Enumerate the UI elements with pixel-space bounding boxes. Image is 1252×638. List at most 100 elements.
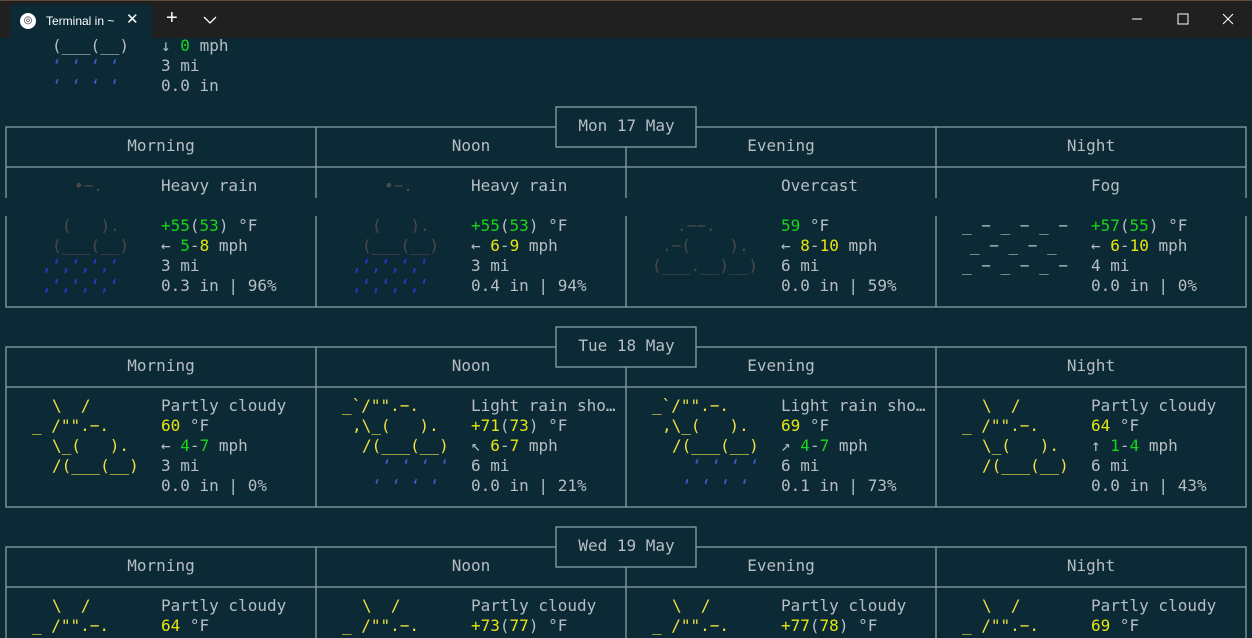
condition: Light rain sho… bbox=[781, 396, 926, 415]
weather-art-line: \ / bbox=[52, 396, 91, 415]
wind-line: ← 4-7 mph bbox=[161, 436, 248, 455]
weather-art-line: _ /"".−. bbox=[962, 416, 1040, 435]
wind-line: ↑ 1-4 mph bbox=[1091, 436, 1178, 455]
weather-art-line: ‘ ‘ ‘ ‘ bbox=[372, 476, 440, 495]
temperature: +55(53) °F bbox=[161, 216, 258, 235]
weather-art-line: ‘ ‘ ‘ ‘ bbox=[692, 456, 760, 475]
weather-art-line: ( ). bbox=[62, 216, 120, 235]
weather-art-line: \_( ). bbox=[982, 436, 1060, 455]
condition: Heavy rain bbox=[161, 176, 258, 195]
visibility: 6 mi bbox=[781, 256, 820, 275]
weather-art-line: _ /"".−. bbox=[652, 616, 730, 635]
weather-art-line: \ / bbox=[672, 596, 711, 615]
precipitation: 0.3 in | 96% bbox=[161, 276, 277, 295]
weather-art-line: _ /"".−. bbox=[962, 616, 1040, 635]
condition: Partly cloudy bbox=[781, 596, 907, 615]
weather-art-line: ‘ ‘ ‘ ‘ bbox=[382, 456, 450, 475]
condition: Partly cloudy bbox=[471, 596, 597, 615]
temperature: +55(53) °F bbox=[471, 216, 568, 235]
weather-art-line: _ /"".−. bbox=[32, 416, 110, 435]
weather-art-line: .−−. bbox=[677, 216, 716, 235]
wind-direction-icon: ← bbox=[471, 236, 481, 255]
day-date: Tue 18 May bbox=[578, 336, 675, 355]
visibility: 6 mi bbox=[471, 456, 510, 475]
wind-direction-icon: ↑ bbox=[1091, 436, 1101, 455]
weather-art-line: \_( ). bbox=[52, 436, 130, 455]
precipitation: 0.4 in | 94% bbox=[471, 276, 587, 295]
weather-art-line: \ / bbox=[982, 596, 1021, 615]
weather-art-line: /(___(__) bbox=[672, 436, 759, 455]
wind-direction-icon: ← bbox=[161, 236, 171, 255]
weather-art-line: _ /"".−. bbox=[32, 616, 110, 635]
wind-direction-icon: ↖ bbox=[471, 436, 481, 455]
weather-art-line: /(___(__) bbox=[982, 456, 1069, 475]
weather-art-line: _ − _ − _ − bbox=[962, 216, 1068, 235]
temperature: 59 °F bbox=[781, 216, 830, 235]
temperature: 60 °F bbox=[161, 416, 210, 435]
period-header: Evening bbox=[747, 356, 815, 375]
condition: Overcast bbox=[781, 176, 859, 195]
visibility: 4 mi bbox=[1091, 256, 1130, 275]
day-date: Wed 19 May bbox=[578, 536, 675, 555]
period-header: Night bbox=[1066, 356, 1116, 375]
wind-speed: 0 bbox=[180, 36, 190, 55]
period-header: Morning bbox=[127, 556, 195, 575]
wind-direction-icon: ← bbox=[161, 436, 171, 455]
weather-art-line: _ − _ − _ bbox=[970, 236, 1057, 255]
weather-art-line: _`/"".−. bbox=[342, 396, 420, 415]
weather-art-line: ‘ ‘ ‘ ‘ bbox=[682, 476, 750, 495]
precipitation: 0.0 in | 0% bbox=[161, 476, 267, 495]
weather-art-line: ( ). bbox=[372, 216, 430, 235]
weather-art-line: •−. bbox=[384, 176, 413, 195]
period-header: Night bbox=[1066, 556, 1116, 575]
wind-line: ↖ 6-7 mph bbox=[471, 436, 558, 455]
wind-line: ↗ 4-7 mph bbox=[781, 436, 868, 455]
wind-line: ↓ 0 mph bbox=[161, 36, 228, 56]
visibility: 3 mi bbox=[161, 256, 200, 275]
weather-art-line: •−. bbox=[74, 176, 103, 195]
temperature: +77(78) °F bbox=[781, 616, 878, 635]
precipitation: 0.1 in | 73% bbox=[781, 476, 897, 495]
period-header: Noon bbox=[451, 136, 491, 155]
wind-direction-icon: ← bbox=[781, 236, 791, 255]
weather-art-line: ‚ʻ‚ʻ‚ʻ‚ʻ bbox=[352, 256, 430, 275]
wind-direction-icon: ↓ bbox=[161, 36, 171, 55]
precipitation: 0.0 in | 0% bbox=[1091, 276, 1197, 295]
weather-art-line: .−( ). bbox=[662, 236, 749, 255]
weather-art-line: ‚ʻ‚ʻ‚ʻ‚ʻ bbox=[352, 276, 430, 295]
temperature: +57(55) °F bbox=[1091, 216, 1188, 235]
visibility: 6 mi bbox=[1091, 456, 1130, 475]
condition: Light rain sho… bbox=[471, 396, 616, 415]
period-header: Noon bbox=[451, 556, 491, 575]
weather-art-line: \ / bbox=[982, 396, 1021, 415]
weather-art-line: (___.__)__) bbox=[652, 256, 758, 275]
weather-art-line: ,\_( ). bbox=[662, 416, 749, 435]
condition: Partly cloudy bbox=[161, 596, 287, 615]
period-header: Evening bbox=[747, 556, 815, 575]
wind-unit: mph bbox=[199, 36, 229, 55]
period-header: Morning bbox=[127, 356, 195, 375]
period-header: Morning bbox=[127, 136, 195, 155]
weather-art-line: \ / bbox=[52, 596, 91, 615]
period-header: Evening bbox=[747, 136, 815, 155]
wind-direction-icon: ← bbox=[1091, 236, 1101, 255]
precipitation: 0.0 in | 43% bbox=[1091, 476, 1207, 495]
precipitation: 0.0 in | 59% bbox=[781, 276, 897, 295]
weather-art-line: _ /"".−. bbox=[342, 616, 420, 635]
weather-art-line: ‚ʻ‚ʻ‚ʻ‚ʻ bbox=[42, 256, 120, 275]
condition: Partly cloudy bbox=[1091, 596, 1217, 615]
precipitation: 0.0 in bbox=[161, 76, 219, 95]
condition: Fog bbox=[1091, 176, 1120, 195]
weather-art-line: ‘ ‘ ‘ ‘ bbox=[52, 76, 120, 95]
visibility: 6 mi bbox=[781, 456, 820, 475]
weather-art-line: (___(__) bbox=[362, 236, 440, 255]
wind-line: ← 8-10 mph bbox=[781, 236, 878, 255]
temperature: 64 °F bbox=[161, 616, 210, 635]
weather-art-line: \ / bbox=[362, 596, 401, 615]
weather-art-line: (___(__) bbox=[52, 36, 130, 55]
wind-line: ← 6-9 mph bbox=[471, 236, 558, 255]
weather-art-line: ,\_( ). bbox=[352, 416, 439, 435]
wind-line: ← 5-8 mph bbox=[161, 236, 248, 255]
condition: Partly cloudy bbox=[1091, 396, 1217, 415]
visibility: 3 mi bbox=[161, 456, 200, 475]
